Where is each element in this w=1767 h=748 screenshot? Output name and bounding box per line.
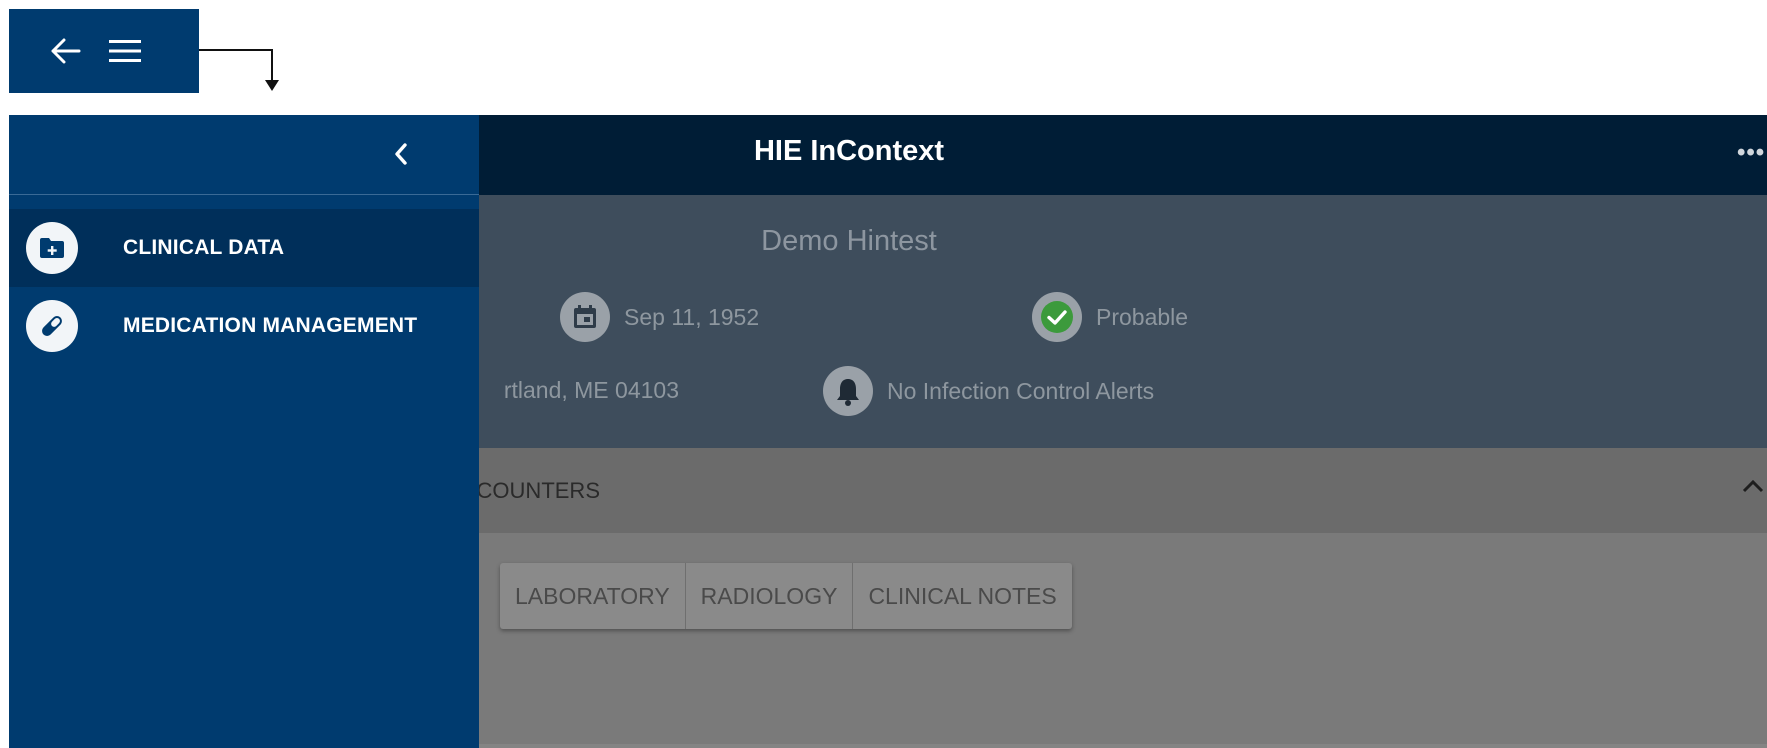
navigation-drawer: CLINICAL DATA MEDICATION MANAGEMENT: [9, 115, 479, 748]
bell-icon: [823, 366, 873, 416]
toolbar-snippet: [9, 9, 199, 93]
infection-alerts-info: No Infection Control Alerts: [823, 366, 1154, 416]
tab-laboratory[interactable]: LABORATORY: [500, 563, 686, 629]
dob-info: Sep 11, 1952: [560, 292, 759, 342]
chevron-left-icon[interactable]: [386, 139, 416, 169]
content-divider: [479, 744, 1767, 748]
drawer-item-label: MEDICATION MANAGEMENT: [123, 314, 418, 337]
callout-connector: [199, 49, 272, 51]
chevron-up-icon[interactable]: [1741, 478, 1765, 499]
drawer-header: [9, 115, 479, 195]
app-title: HIE InContext: [753, 135, 945, 167]
drawer-item-medication-management[interactable]: MEDICATION MANAGEMENT: [9, 287, 479, 365]
date-of-birth: Sep 11, 1952: [624, 303, 760, 330]
hamburger-menu-icon[interactable]: [109, 39, 141, 63]
patient-name: Demo Hintest: [761, 225, 937, 257]
screenshot-stage: HIE InContext ••• Demo Hintest Sep 11, 1…: [0, 0, 1767, 748]
record-type-tabs: LABORATORY RADIOLOGY CLINICAL NOTES: [500, 563, 1072, 629]
callout-connector-vertical: [271, 49, 273, 83]
pill-icon: [26, 300, 78, 352]
check-circle-icon: [1032, 292, 1082, 342]
match-status: Probable: [1096, 303, 1189, 330]
more-horizontal-icon[interactable]: •••: [1737, 139, 1767, 166]
drawer-item-label: CLINICAL DATA: [123, 236, 285, 259]
tab-clinical-notes[interactable]: CLINICAL NOTES: [853, 563, 1071, 629]
calendar-icon: [560, 292, 610, 342]
arrow-left-icon[interactable]: [51, 38, 81, 64]
drawer-item-clinical-data[interactable]: CLINICAL DATA: [9, 209, 479, 287]
tab-radiology[interactable]: RADIOLOGY: [686, 563, 854, 629]
callout-arrow-icon: [265, 80, 279, 91]
app-window: HIE InContext ••• Demo Hintest Sep 11, 1…: [9, 115, 1767, 748]
match-status-info: Probable: [1032, 292, 1188, 342]
folder-plus-icon: [26, 222, 78, 274]
infection-alerts: No Infection Control Alerts: [887, 377, 1155, 404]
